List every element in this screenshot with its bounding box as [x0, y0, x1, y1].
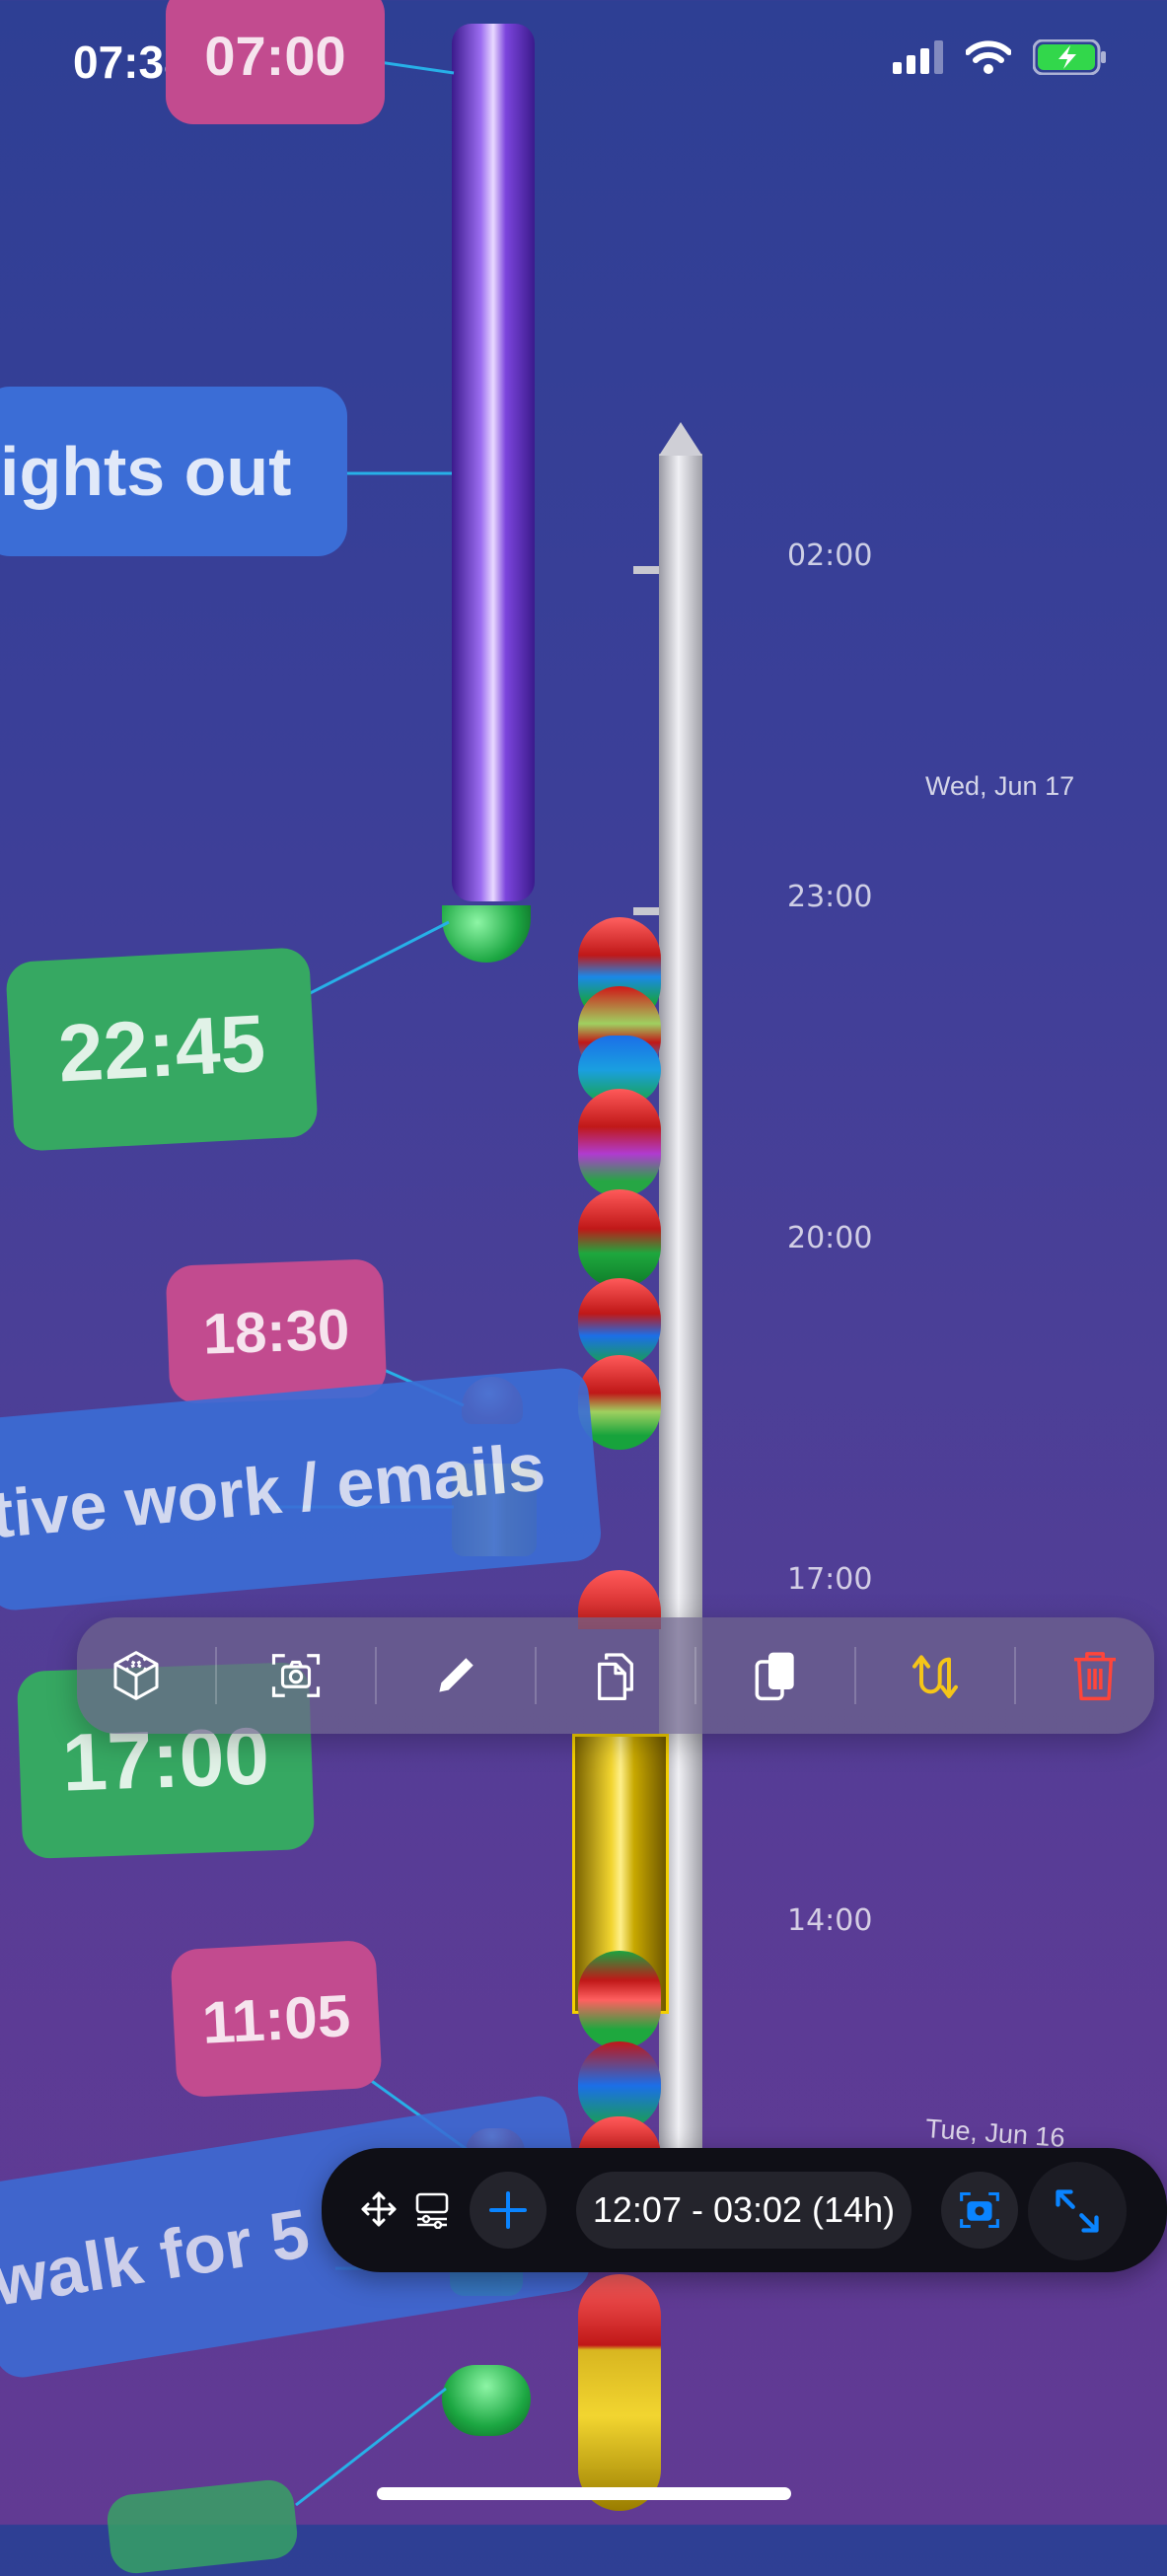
divider: [374, 1647, 377, 1704]
axis-time-2000: 20:00: [787, 1221, 873, 1255]
divider: [1014, 1647, 1017, 1704]
divider: [854, 1647, 857, 1704]
screenshot-button[interactable]: [941, 2172, 1018, 2249]
copy-icon: [597, 1653, 633, 1700]
pencil-icon: [439, 1658, 474, 1692]
expand-button[interactable]: [1028, 2162, 1127, 2260]
add-button[interactable]: [470, 2172, 547, 2249]
move-icon[interactable]: [359, 2189, 399, 2229]
time-range-pill[interactable]: 12:07 - 03:02 (14h): [576, 2172, 912, 2249]
label-1830[interactable]: 18:30: [165, 1258, 388, 1404]
swap-icon: [912, 1655, 959, 1698]
duplicate-button[interactable]: [737, 1637, 814, 1714]
trash-icon: [1074, 1652, 1117, 1701]
axis-time-1400: 14:00: [787, 1903, 873, 1938]
axis-time-1700: 17:00: [787, 1562, 873, 1597]
divider: [693, 1647, 696, 1704]
label-1105[interactable]: 11:05: [170, 1939, 383, 2099]
swap-button[interactable]: [897, 1637, 974, 1714]
screenshot-icon: [960, 2191, 999, 2229]
camera-button[interactable]: [257, 1637, 334, 1714]
label-lights-out[interactable]: ights out: [0, 387, 347, 556]
label-2245[interactable]: 22:45: [5, 947, 319, 1152]
display-icon[interactable]: [414, 2191, 450, 2229]
label-wake-time[interactable]: 07:00: [166, 0, 385, 124]
divider: [214, 1647, 217, 1704]
camera-icon: [271, 1654, 320, 1697]
home-indicator: [377, 2487, 791, 2500]
plus-icon: [489, 2191, 527, 2229]
divider: [534, 1647, 537, 1704]
cube-icon: [113, 1651, 159, 1700]
axis-date-jun17: Wed, Jun 17: [925, 771, 1075, 801]
duplicate-icon: [755, 1652, 794, 1701]
axis-time-2300: 23:00: [787, 880, 873, 914]
edit-toolbar: [77, 1617, 1154, 1734]
axis-time-0200: 02:00: [787, 538, 873, 573]
copy-button[interactable]: [577, 1637, 654, 1714]
delete-button[interactable]: [1057, 1637, 1133, 1714]
expand-icon: [1056, 2189, 1099, 2233]
cube-button[interactable]: [98, 1637, 175, 1714]
edit-button[interactable]: [417, 1637, 494, 1714]
bottom-bar: 12:07 - 03:02 (14h): [322, 2148, 1167, 2272]
